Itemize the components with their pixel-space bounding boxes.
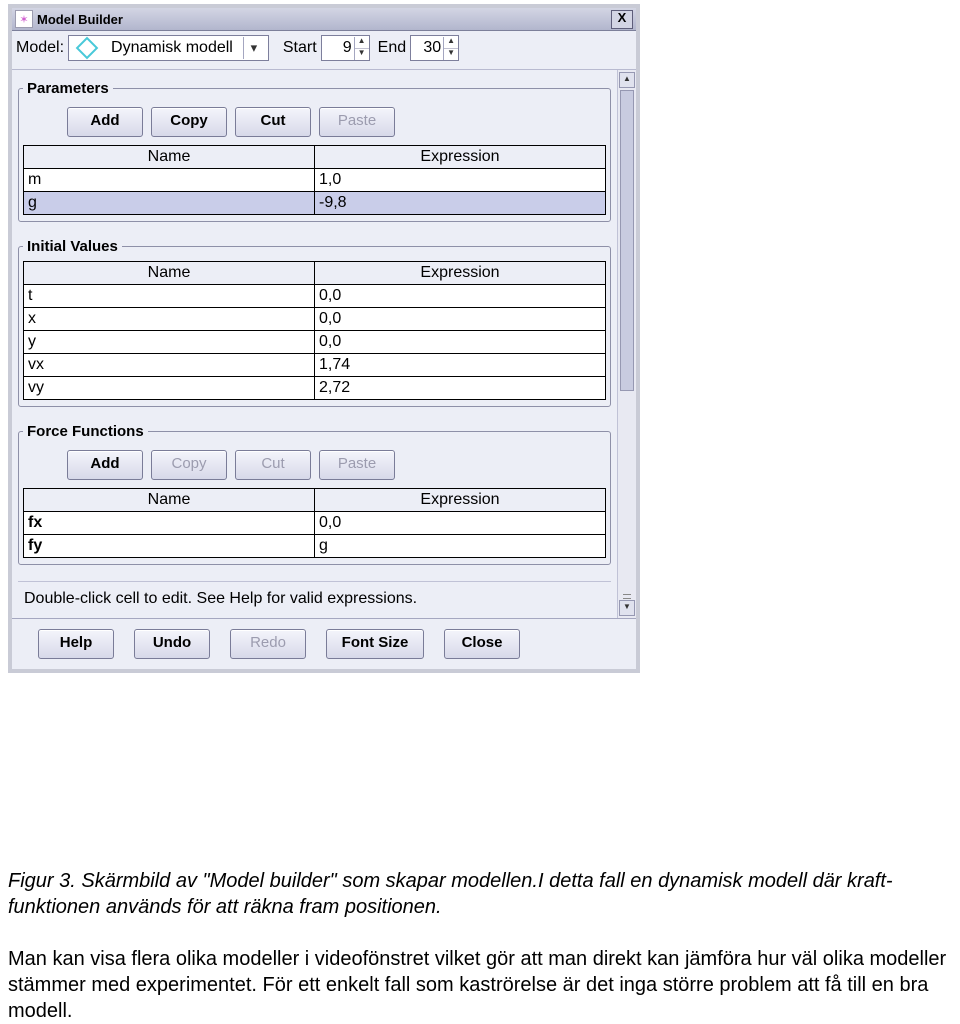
cut-button: Cut [235, 450, 311, 480]
initial-values-group: Initial Values Name Expression t0,0 x0,0… [18, 238, 611, 407]
table-row[interactable]: vx1,74 [24, 354, 606, 377]
close-icon[interactable]: X [611, 10, 633, 29]
cut-button[interactable]: Cut [235, 107, 311, 137]
spin-up-icon[interactable]: ▲ [444, 37, 458, 49]
spin-down-icon[interactable]: ▼ [444, 49, 458, 60]
force-table[interactable]: Name Expression fx0,0 fyg [23, 488, 606, 558]
model-label: Model: [16, 39, 64, 57]
redo-button: Redo [230, 629, 306, 659]
table-row[interactable]: fyg [24, 535, 606, 558]
vertical-scrollbar[interactable]: ▲ ▼ [617, 70, 636, 618]
undo-button[interactable]: Undo [134, 629, 210, 659]
scroll-down-icon[interactable]: ▼ [619, 600, 635, 616]
chevron-down-icon[interactable]: ▾ [243, 37, 264, 59]
table-row[interactable]: m 1,0 [24, 169, 606, 192]
paste-button: Paste [319, 450, 395, 480]
spin-down-icon[interactable]: ▼ [355, 49, 369, 60]
paste-button: Paste [319, 107, 395, 137]
close-button[interactable]: Close [444, 629, 520, 659]
model-name: Dynamisk modell [103, 39, 241, 57]
add-button[interactable]: Add [67, 107, 143, 137]
title-bar[interactable]: ✶ Model Builder X [12, 8, 636, 31]
model-selector[interactable]: Dynamisk modell ▾ [68, 35, 269, 61]
help-button[interactable]: Help [38, 629, 114, 659]
cell-name[interactable]: g [24, 192, 315, 215]
copy-button[interactable]: Copy [151, 107, 227, 137]
table-row[interactable]: x0,0 [24, 308, 606, 331]
footer-bar: Help Undo Redo Font Size Close [12, 618, 636, 669]
col-expression: Expression [315, 146, 606, 169]
col-name: Name [24, 262, 315, 285]
col-expression: Expression [315, 262, 606, 285]
window-title: Model Builder [37, 12, 611, 27]
model-toolbar: Model: Dynamisk modell ▾ Start ▲▼ End ▲▼ [12, 31, 636, 70]
help-text: Double-click cell to edit. See Help for … [18, 581, 611, 612]
app-icon: ✶ [15, 10, 33, 28]
table-row[interactable]: fx0,0 [24, 512, 606, 535]
start-input[interactable] [322, 39, 354, 57]
col-name: Name [24, 489, 315, 512]
start-label: Start [283, 39, 317, 57]
parameters-table[interactable]: Name Expression m 1,0 g -9,8 [23, 145, 606, 215]
model-builder-window: ✶ Model Builder X Model: Dynamisk modell… [8, 4, 640, 673]
col-name: Name [24, 146, 315, 169]
end-spinner[interactable]: ▲▼ [410, 35, 459, 61]
col-expression: Expression [315, 489, 606, 512]
copy-button: Copy [151, 450, 227, 480]
parameters-legend: Parameters [23, 80, 113, 97]
add-button[interactable]: Add [67, 450, 143, 480]
end-input[interactable] [411, 39, 443, 57]
initial-legend: Initial Values [23, 238, 122, 255]
table-row[interactable]: vy2,72 [24, 377, 606, 400]
start-spinner[interactable]: ▲▼ [321, 35, 370, 61]
cell-expr[interactable]: 1,0 [315, 169, 606, 192]
initial-table[interactable]: Name Expression t0,0 x0,0 y0,0 vx1,74 vy… [23, 261, 606, 400]
force-legend: Force Functions [23, 423, 148, 440]
spin-up-icon[interactable]: ▲ [355, 37, 369, 49]
figure-caption: Figur 3. Skärmbild av "Model builder" so… [8, 868, 948, 1024]
scroll-up-icon[interactable]: ▲ [619, 72, 635, 88]
table-row[interactable]: g -9,8 [24, 192, 606, 215]
table-row[interactable]: t0,0 [24, 285, 606, 308]
parameters-group: Parameters Add Copy Cut Paste Name Expre… [18, 80, 611, 222]
table-row[interactable]: y0,0 [24, 331, 606, 354]
cell-expr[interactable]: -9,8 [315, 192, 606, 215]
end-label: End [378, 39, 406, 57]
cell-name[interactable]: m [24, 169, 315, 192]
diamond-icon [76, 37, 99, 60]
font-size-button[interactable]: Font Size [326, 629, 424, 659]
force-functions-group: Force Functions Add Copy Cut Paste Name … [18, 423, 611, 565]
